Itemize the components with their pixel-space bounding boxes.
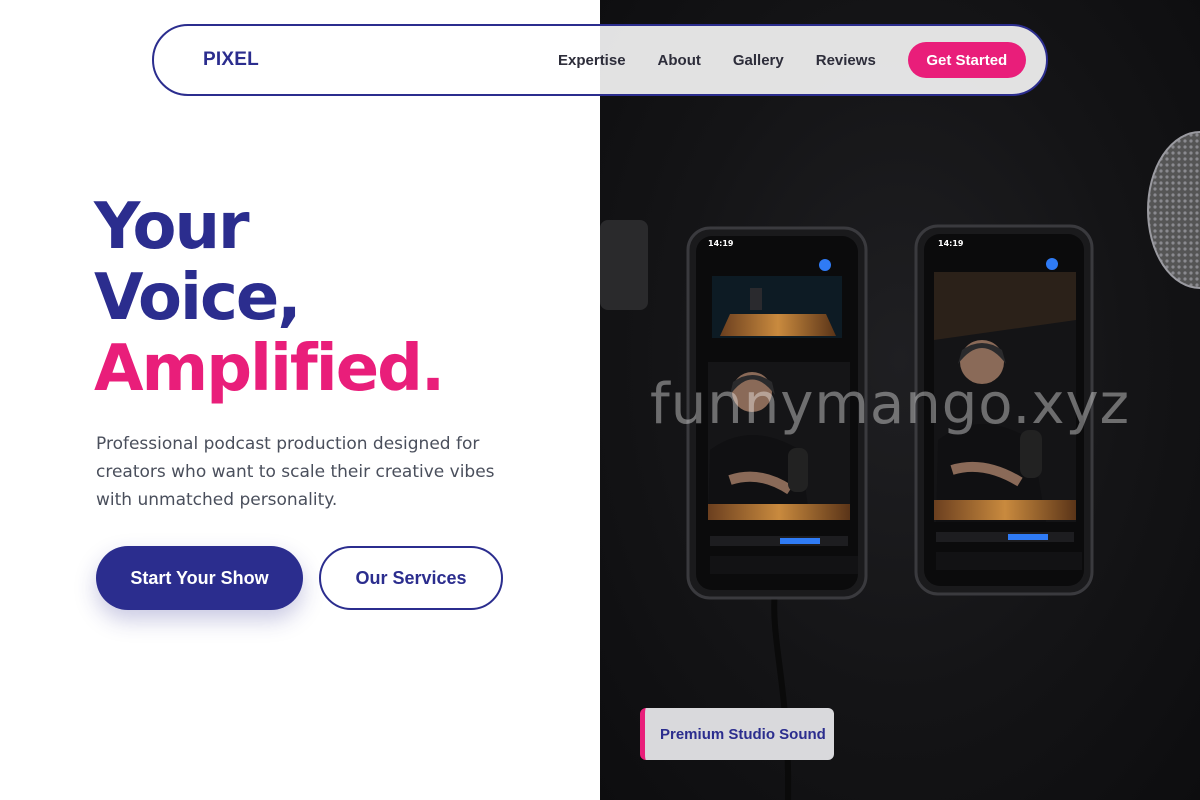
hero-title-line-3: Amplified. bbox=[94, 332, 445, 406]
studio-sound-badge: Premium Studio Sound bbox=[640, 708, 834, 760]
watermark-text: funnymango.xyz bbox=[650, 372, 1130, 437]
nav-link-reviews[interactable]: Reviews bbox=[816, 52, 876, 69]
get-started-button[interactable]: Get Started bbox=[907, 42, 1026, 78]
nav-link-about[interactable]: About bbox=[658, 52, 701, 69]
phone-left-time: 14:19 bbox=[708, 239, 734, 248]
hero-subtitle: Professional podcast production designed… bbox=[96, 434, 495, 510]
nav-link-gallery[interactable]: Gallery bbox=[733, 52, 784, 69]
nav-links: Expertise About Gallery Reviews Get Star… bbox=[558, 42, 1026, 78]
hero-title: Your Voice, Amplified. bbox=[94, 190, 445, 406]
hero-title-line-1: Your bbox=[94, 190, 250, 264]
microphone-icon bbox=[1147, 131, 1200, 289]
hero-title-line-2: Voice, bbox=[94, 261, 302, 335]
hero-photo: 14:19 14:19 funnymango.xyz Premium Studi… bbox=[600, 0, 1200, 800]
landing-page: 14:19 14:19 funnymango.xyz Premium Studi… bbox=[0, 0, 1200, 800]
nav-link-expertise[interactable]: Expertise bbox=[558, 52, 626, 69]
phone-right-time: 14:19 bbox=[938, 239, 964, 248]
start-your-show-button[interactable]: Start Your Show bbox=[96, 546, 303, 610]
navbar: PIXEL Expertise About Gallery Reviews Ge… bbox=[152, 24, 1048, 96]
our-services-button[interactable]: Our Services bbox=[319, 546, 503, 610]
mic-stand-icon bbox=[600, 220, 648, 310]
logo[interactable]: PIXEL bbox=[203, 49, 259, 71]
